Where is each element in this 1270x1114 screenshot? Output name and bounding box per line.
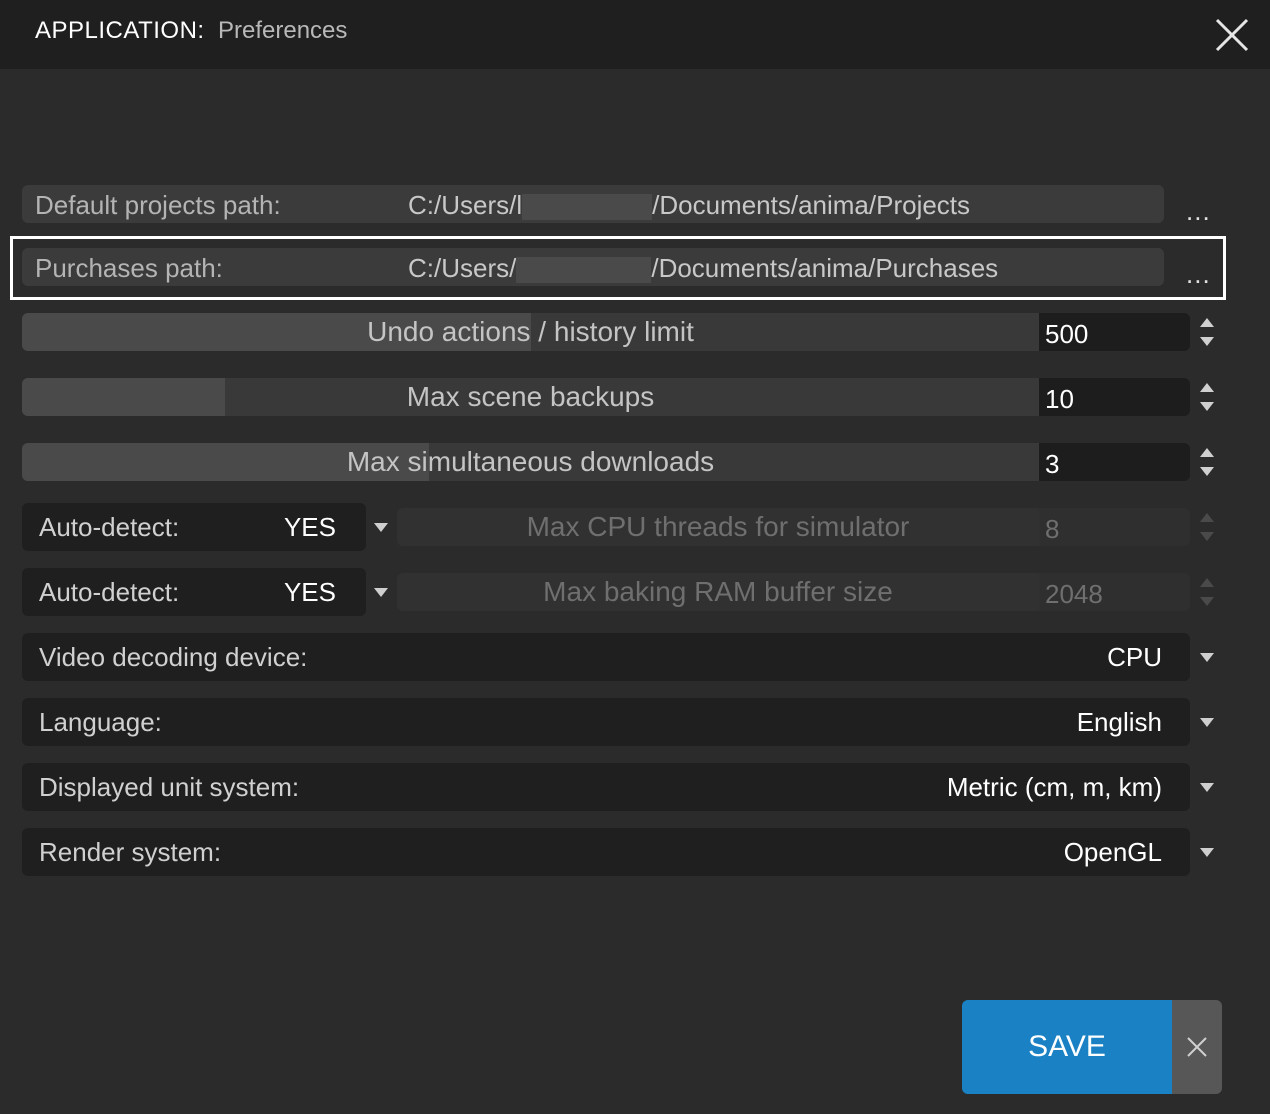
purchases-path-value[interactable]: C:/Users/ /Documents/anima/Purchases [408,253,998,284]
unit-system-value: Metric (cm, m, km) [946,772,1162,802]
max-cpu-threads-input: 8 [1039,508,1190,546]
cpu-threads-autodetect-dropdown[interactable]: Auto-detect: YES [22,503,366,551]
browse-projects-path-button[interactable]: ... [1186,196,1211,227]
path-suffix: /Documents/anima/Purchases [651,253,999,283]
title-bar: APPLICATION: Preferences [0,0,1270,69]
close-icon[interactable] [1212,15,1252,55]
language-value: English [1076,707,1162,737]
path-suffix: /Documents/anima/Projects [652,190,971,220]
max-baking-ram-label: Max baking RAM buffer size [543,576,893,607]
autodetect-value: YES [283,577,336,607]
video-decoding-device-dropdown[interactable]: Video decoding device: CPU [22,633,1190,681]
max-scene-backups-input[interactable]: 10 [1039,378,1190,416]
max-downloads-input[interactable]: 3 [1039,443,1190,481]
render-system-dropdown[interactable]: Render system: OpenGL [22,828,1190,876]
spin-arrows-icon[interactable] [1198,378,1216,416]
max-downloads-label: Max simultaneous downloads [346,446,715,477]
spin-arrows-icon[interactable] [1198,443,1216,481]
chevron-down-icon[interactable] [1200,848,1214,857]
cancel-button[interactable] [1172,1000,1222,1094]
max-baking-ram-input: 2048 [1039,573,1190,611]
autodetect-label: Auto-detect: [39,577,180,607]
redacted-username [522,194,653,221]
max-scene-backups-slider[interactable]: Max scene backups [22,378,1039,416]
unit-system-dropdown[interactable]: Displayed unit system: Metric (cm, m, km… [22,763,1190,811]
purchases-path-field[interactable]: Purchases path: C:/Users/ /Documents/anim… [22,248,1164,286]
language-label: Language: [39,707,162,737]
max-baking-ram-slider: Max baking RAM buffer size [397,573,1039,611]
language-dropdown[interactable]: Language: English [22,698,1190,746]
redacted-username [516,257,652,284]
max-cpu-threads-slider: Max CPU threads for simulator [397,508,1039,546]
unit-system-label: Displayed unit system: [39,772,300,802]
max-cpu-threads-label: Max CPU threads for simulator [526,511,910,542]
chevron-down-icon[interactable] [374,588,388,597]
chevron-down-icon[interactable] [1200,653,1214,662]
chevron-down-icon[interactable] [1200,783,1214,792]
default-projects-path-value[interactable]: C:/Users/l/Documents/anima/Projects [408,190,970,221]
video-decoding-device-label: Video decoding device: [39,642,308,672]
purchases-path-label: Purchases path: [35,253,223,283]
undo-history-label: Undo actions / history limit [367,316,694,347]
render-system-value: OpenGL [1063,837,1162,867]
max-scene-backups-label: Max scene backups [406,381,655,412]
save-button[interactable]: SAVE [962,1000,1172,1094]
chevron-down-icon[interactable] [374,523,388,532]
spin-arrows-icon[interactable] [1198,313,1216,351]
autodetect-value: YES [283,512,336,542]
undo-history-slider[interactable]: Undo actions / history limit [22,313,1039,351]
app-label: APPLICATION: [35,17,205,44]
path-prefix: C:/Users/ [408,253,517,283]
video-decoding-device-value: CPU [1107,642,1162,672]
max-downloads-slider[interactable]: Max simultaneous downloads [22,443,1039,481]
default-projects-path-label: Default projects path: [35,190,281,220]
spin-arrows-icon [1200,513,1214,541]
ram-buffer-autodetect-dropdown[interactable]: Auto-detect: YES [22,568,366,616]
page-title: Preferences [218,17,348,44]
close-icon [1187,1037,1207,1057]
render-system-label: Render system: [39,837,222,867]
browse-purchases-path-button[interactable]: ... [1186,259,1211,290]
spin-arrows-icon [1200,578,1214,606]
chevron-down-icon[interactable] [1200,718,1214,727]
autodetect-label: Auto-detect: [39,512,180,542]
default-projects-path-field[interactable]: Default projects path: C:/Users/l/Docume… [22,185,1164,223]
path-prefix: C:/Users/l [408,190,523,220]
undo-history-input[interactable]: 500 [1039,313,1190,351]
